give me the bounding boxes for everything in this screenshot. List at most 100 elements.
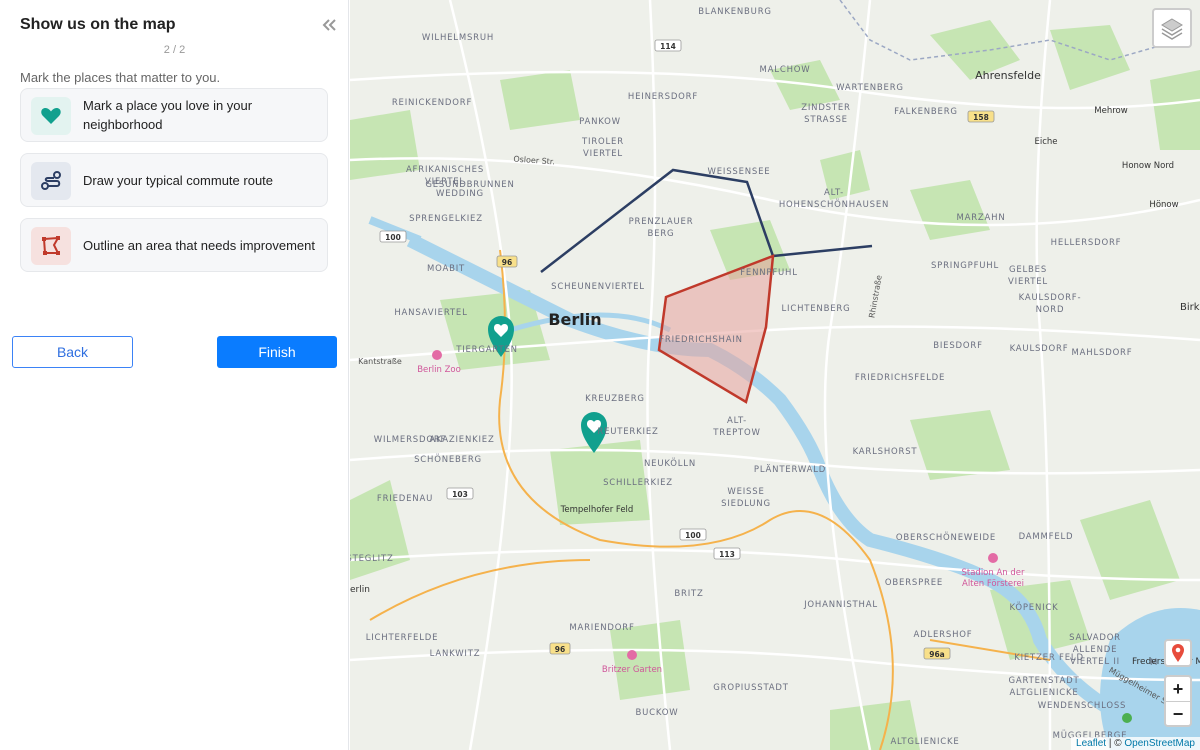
district-label: BIESDORF (933, 341, 983, 351)
district-label: MOABIT (427, 264, 465, 274)
polygon-icon (31, 227, 71, 265)
district-label: OBERSCHÖNEWEIDE (896, 532, 996, 543)
zoom-in-button[interactable]: + (1166, 677, 1190, 702)
district-label: HANSAVIERTEL (394, 308, 467, 318)
back-button[interactable]: Back (12, 336, 133, 368)
map-svg: BLANKENBURG WILHELMSRUH MALCHOW Ahrensfelde… (350, 0, 1200, 750)
road-shield-label: 103 (452, 490, 468, 499)
road-shield-label: 114 (660, 42, 676, 51)
district-label: SCHILLERKIEZ (603, 478, 673, 488)
district-label: GESUNDBRUNNEN (425, 180, 514, 190)
district-label: BUCKOW (636, 708, 679, 718)
district-label: ALTGLIENICKE (1009, 688, 1078, 698)
district-label: REUTERKIEZ (597, 427, 658, 437)
poi-stadium-dot (988, 553, 998, 563)
district-label: Tempelhofer Feld (560, 505, 634, 515)
district-label: SPRENGELKIEZ (409, 214, 483, 224)
district-label: FENNPFUHL (740, 268, 798, 278)
street-label: Osloer Str. (513, 155, 555, 167)
leaflet-link[interactable]: Leaflet (1076, 738, 1106, 749)
route-icon (31, 162, 71, 200)
district-label: WEISSE (727, 487, 764, 497)
district-label: AFRIKANISCHES (406, 165, 484, 175)
district-label: SCHEUNENVIERTEL (551, 282, 645, 292)
option-outline-area[interactable]: Outline an area that needs improvement (20, 218, 328, 272)
district-label: WEISSENSEE (708, 167, 771, 177)
option-mark-place[interactable]: Mark a place you love in your neighborho… (20, 88, 328, 142)
district-label: HOHENSCHÖNHAUSEN (779, 199, 889, 210)
district-label: SALVADOR (1069, 633, 1121, 643)
district-label: MARIENDORF (569, 623, 634, 633)
district-label: BLANKENBURG (698, 7, 772, 17)
district-label: ZINDSTER (801, 103, 851, 113)
district-label: HELLERSDORF (1051, 238, 1122, 248)
district-label: NORD (1036, 305, 1065, 315)
district-label: AKAZIENKIEZ (429, 435, 494, 445)
poi-label: Britzer Garten (602, 665, 662, 675)
layers-button[interactable] (1152, 8, 1192, 48)
district-label: ALT- (824, 188, 844, 198)
district-label: REINICKENDORF (392, 98, 472, 108)
district-label: VIERTEL (583, 149, 623, 159)
poi-park-dot (1122, 713, 1132, 723)
poi-label: Berlin Zoo (417, 365, 461, 375)
district-label: LICHTERFELDE (366, 633, 439, 643)
road-shield-label: 100 (385, 233, 401, 242)
city-label: Berlin (548, 310, 601, 329)
district-label: GARTENSTADT (1009, 676, 1080, 686)
road-shield-label: 96 (555, 645, 565, 654)
district-label: Mehrow (1094, 106, 1127, 116)
option-label: Mark a place you love in your neighborho… (83, 98, 253, 132)
district-label: BRITZ (674, 589, 703, 599)
locate-button[interactable] (1164, 639, 1192, 667)
district-label: SPRINGPFUHL (931, 261, 999, 271)
option-label: Outline an area that needs improvement (83, 237, 315, 253)
district-label: KIETZER FELD (1014, 653, 1084, 663)
poi-garden-dot (627, 650, 637, 660)
district-label: STEGLITZ (350, 554, 394, 564)
district-label: Honow Nord (1122, 161, 1174, 171)
district-label: KAULSDORF (1010, 344, 1069, 354)
district-label: BERG (648, 229, 675, 239)
finish-button[interactable]: Finish (217, 336, 337, 368)
district-label: SCHÖNEBERG (414, 454, 482, 465)
district-label: FRIEDRICHSHAIN (659, 335, 743, 345)
poi-label: Alten Försterei (962, 579, 1024, 589)
district-label: STRASSE (804, 115, 848, 125)
step-indicator: 2 / 2 (163, 44, 186, 56)
district-label: DAMMFELD (1019, 532, 1074, 542)
district-label: MARZAHN (956, 213, 1005, 223)
district-label: WENDENSCHLOSS (1038, 701, 1126, 711)
district-label: LICHTENBERG (782, 304, 851, 314)
district-label: GROPIUSSTADT (713, 683, 789, 693)
district-label: LANKWITZ (430, 649, 481, 659)
district-label: KAULSDORF- (1019, 293, 1082, 303)
district-label: JOHANNISTHAL (803, 600, 878, 610)
district-label: Hönow (1149, 200, 1178, 210)
road-shield-label: 158 (973, 113, 989, 122)
zoom-out-button[interactable]: − (1166, 702, 1190, 726)
district-label: OBERSPREE (885, 578, 943, 588)
street-label: Rhinstraße (867, 274, 883, 318)
district-label: KÖPENICK (1009, 602, 1058, 613)
district-label: TREPTOW (712, 428, 760, 438)
double-chevron-left-icon[interactable] (318, 14, 340, 36)
street-label: Kantstraße (358, 357, 402, 366)
panel-title: Show us on the map (20, 16, 176, 33)
road-shield-label: 113 (719, 550, 735, 559)
district-label: PRENZLAUER (629, 217, 694, 227)
district-label: PANKOW (579, 117, 621, 127)
osm-link[interactable]: OpenStreetMap (1124, 738, 1195, 749)
district-label: ALTGLIENICKE (890, 737, 959, 747)
district-label: KREUZBERG (585, 394, 645, 404)
option-draw-route[interactable]: Draw your typical commute route (20, 153, 328, 207)
map-pin-icon (1172, 644, 1184, 662)
attribution-separator: | © (1106, 738, 1125, 749)
map-canvas[interactable]: BLANKENBURG WILHELMSRUH MALCHOW Ahrensfelde… (350, 0, 1200, 750)
district-label: TIROLER (581, 137, 624, 147)
district-label: ADLERSHOF (914, 630, 973, 640)
map-attribution: Leaflet | © OpenStreetMap (1071, 737, 1200, 750)
sidebar-panel: Show us on the map 2 / 2 Mark the places… (0, 0, 349, 750)
commute-route (540, 168, 873, 273)
instruction-text: Mark the places that matter to you. (20, 70, 221, 85)
